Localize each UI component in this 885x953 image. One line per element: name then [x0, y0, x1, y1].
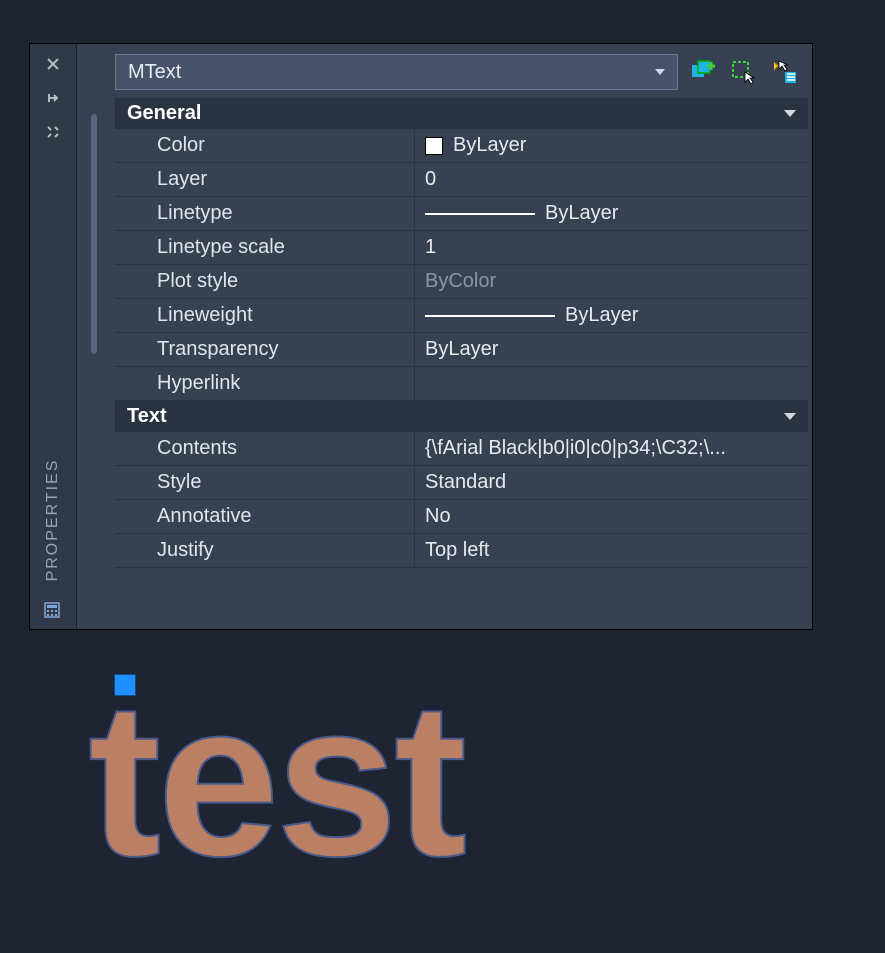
prop-value-color[interactable]: ByLayer — [415, 129, 808, 163]
chevron-down-icon — [784, 413, 796, 420]
prop-value-justify[interactable]: Top left — [415, 534, 808, 568]
mtext-object[interactable]: test — [88, 669, 463, 889]
prop-text: ByLayer — [545, 202, 618, 225]
prop-label-linetype: Linetype — [115, 197, 415, 231]
auto-hide-icon[interactable] — [43, 88, 63, 108]
object-type-dropdown[interactable]: MText — [115, 54, 678, 90]
quick-select-icon[interactable] — [770, 58, 798, 86]
prop-label-style: Style — [115, 466, 415, 500]
prop-text: 1 — [425, 236, 436, 259]
prop-label-hyperlink: Hyperlink — [115, 367, 415, 401]
prop-label-contents: Contents — [115, 432, 415, 466]
prop-text: Top left — [425, 539, 489, 562]
chevron-down-icon — [784, 110, 796, 117]
prop-label-color: Color — [115, 129, 415, 163]
chevron-down-icon — [655, 69, 665, 75]
prop-text: ByLayer — [425, 338, 498, 361]
prop-value-contents[interactable]: {\fArial Black|b0|i0|c0|p34;\C32;\... — [415, 432, 808, 466]
prop-value-hyperlink[interactable] — [415, 367, 808, 401]
prop-label-plot-style: Plot style — [115, 265, 415, 299]
prop-value-layer[interactable]: 0 — [415, 163, 808, 197]
palette-title: PROPERTIES — [44, 459, 62, 582]
prop-text: ByLayer — [565, 304, 638, 327]
palette-toolbar: MText — [77, 44, 812, 98]
prop-text: ByColor — [425, 270, 496, 293]
scrollbar[interactable] — [91, 114, 97, 354]
prop-value-annotative[interactable]: No — [415, 500, 808, 534]
lineweight-sample-icon — [425, 315, 555, 317]
prop-label-lineweight: Lineweight — [115, 299, 415, 333]
object-type-value: MText — [128, 61, 181, 84]
prop-value-style[interactable]: Standard — [415, 466, 808, 500]
prop-value-transparency[interactable]: ByLayer — [415, 333, 808, 367]
prop-value-plot-style: ByColor — [415, 265, 808, 299]
palette-sidebar: PROPERTIES — [30, 44, 76, 629]
select-objects-icon[interactable] — [730, 58, 758, 86]
prop-text: 0 — [425, 168, 436, 191]
prop-value-lineweight[interactable]: ByLayer — [415, 299, 808, 333]
section-header-general[interactable]: General — [115, 98, 808, 129]
settings-icon[interactable] — [43, 122, 63, 142]
prop-label-annotative: Annotative — [115, 500, 415, 534]
prop-text: No — [425, 505, 451, 528]
prop-label-linetype-scale: Linetype scale — [115, 231, 415, 265]
properties-palette: PROPERTIES MText General — [30, 44, 812, 629]
close-icon[interactable] — [43, 54, 63, 74]
prop-label-justify: Justify — [115, 534, 415, 568]
prop-text: Standard — [425, 471, 506, 494]
property-grid-text: Contents {\fArial Black|b0|i0|c0|p34;\C3… — [115, 432, 808, 568]
prop-value-linetype-scale[interactable]: 1 — [415, 231, 808, 265]
property-scroll-area: General Color ByLayer Layer 0 Linetype B… — [77, 98, 812, 629]
drawing-canvas[interactable]: test — [0, 629, 885, 953]
section-title: General — [127, 102, 201, 125]
prop-text: {\fArial Black|b0|i0|c0|p34;\C32;\... — [425, 437, 726, 460]
linetype-sample-icon — [425, 213, 535, 215]
fade-cutoff — [77, 621, 812, 629]
palette-body: MText General Color — [76, 44, 812, 629]
section-header-text[interactable]: Text — [115, 401, 808, 432]
property-grid-general: Color ByLayer Layer 0 Linetype ByLayer L… — [115, 129, 808, 401]
section-title: Text — [127, 405, 167, 428]
prop-text: ByLayer — [453, 134, 526, 157]
prop-label-layer: Layer — [115, 163, 415, 197]
toggle-pickadd-icon[interactable] — [690, 58, 718, 86]
prop-value-linetype[interactable]: ByLayer — [415, 197, 808, 231]
color-swatch-icon — [425, 137, 443, 155]
prop-label-transparency: Transparency — [115, 333, 415, 367]
quickcalc-icon[interactable] — [43, 601, 63, 621]
